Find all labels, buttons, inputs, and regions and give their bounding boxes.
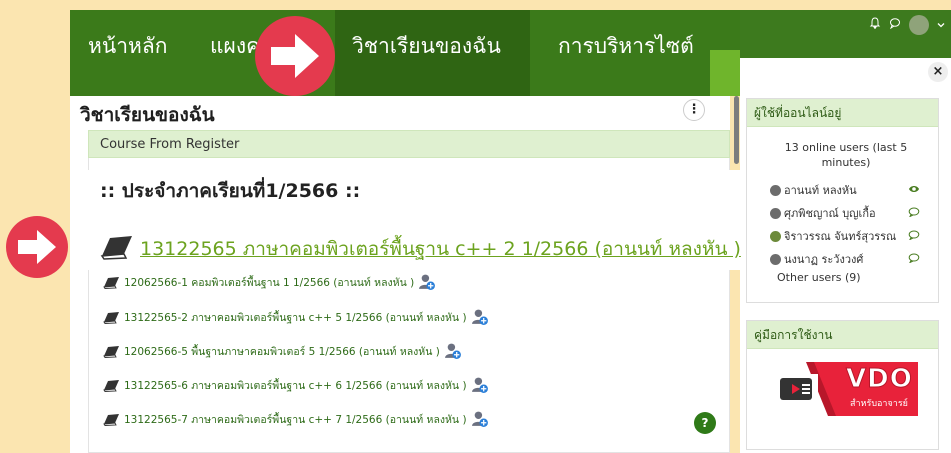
bell-icon[interactable] bbox=[869, 17, 881, 33]
online-user-name[interactable]: อานนท์ หลงหัน bbox=[784, 181, 857, 199]
nav-dashboard[interactable]: แผงค bbox=[210, 30, 260, 63]
online-user-name[interactable]: นงนาฏ ระวังวงศ์ bbox=[784, 250, 863, 268]
vdo-banner-subtitle: สำหรับอาจารย์ bbox=[850, 399, 908, 409]
screenshot-stage: หน้าหลัก แผงค วิชาเรียนของฉัน การบริหารไ… bbox=[0, 0, 951, 453]
course-item-2[interactable]: 13122565-2 ภาษาคอมพิวเตอร์พื้นฐาน c++ 5 … bbox=[103, 308, 489, 326]
nav-my-courses[interactable]: วิชาเรียนของฉัน bbox=[352, 30, 501, 63]
course-label[interactable]: 13122565-7 ภาษาคอมพิวเตอร์พื้นฐาน c++ 7 … bbox=[124, 411, 467, 428]
book-icon bbox=[103, 379, 119, 392]
message-icon[interactable] bbox=[908, 253, 920, 266]
online-summary: 13 online users (last 5 minutes) bbox=[784, 141, 908, 169]
course-item-1[interactable]: 12062566-1 คอมพิวเตอร์พื้นฐาน 1 1/2566 (… bbox=[103, 273, 436, 291]
course-item-3[interactable]: 12062566-5 พื้นฐานภาษาคอมพิวเตอร์ 5 1/25… bbox=[103, 342, 462, 360]
chevron-down-icon[interactable] bbox=[937, 18, 945, 33]
page-title: วิชาเรียนของฉัน bbox=[80, 104, 215, 126]
chat-icon[interactable] bbox=[889, 17, 901, 33]
avatar bbox=[770, 184, 781, 196]
book-icon bbox=[103, 345, 119, 358]
highlight-course-text[interactable]: 13122565 ภาษาคอมพิวเตอร์พื้นฐาน c++ 2 1/… bbox=[140, 234, 741, 264]
course-item-5[interactable]: 13122565-7 ภาษาคอมพิวเตอร์พื้นฐาน c++ 7 … bbox=[103, 410, 489, 428]
course-label[interactable]: 12062566-1 คอมพิวเตอร์พื้นฐาน 1 1/2566 (… bbox=[124, 274, 414, 291]
course-label[interactable]: 12062566-5 พื้นฐานภาษาคอมพิวเตอร์ 5 1/25… bbox=[124, 343, 440, 360]
online-user-row[interactable]: อานนท์ หลงหัน bbox=[770, 181, 919, 199]
user-menu bbox=[869, 15, 945, 35]
course-label[interactable]: 13122565-2 ภาษาคอมพิวเตอร์พื้นฐาน c++ 5 … bbox=[124, 309, 467, 326]
eye-icon[interactable] bbox=[908, 184, 920, 197]
nav-site-admin[interactable]: การบริหารไซต์ bbox=[558, 30, 694, 63]
nav-accent bbox=[710, 50, 740, 96]
message-icon[interactable] bbox=[908, 230, 920, 243]
arrow-right-icon bbox=[6, 216, 68, 278]
manual-block-title: คู่มือการใช้งาน bbox=[747, 321, 938, 349]
add-user-icon[interactable] bbox=[471, 410, 489, 428]
add-user-icon[interactable] bbox=[418, 273, 436, 291]
book-icon bbox=[103, 311, 119, 324]
avatar bbox=[770, 207, 781, 219]
avatar[interactable] bbox=[909, 15, 929, 35]
term-heading: :: ประจำภาคเรียนที่1/2566 :: bbox=[100, 180, 361, 202]
online-users-title: ผู้ใช้ที่ออนไลน์อยู่ bbox=[747, 99, 938, 127]
section-header: Course From Register bbox=[88, 130, 730, 158]
book-icon bbox=[103, 276, 119, 289]
book-icon bbox=[103, 413, 119, 426]
online-user-name[interactable]: ศุภพิชญาณ์ บุญเกื้อ bbox=[784, 204, 876, 222]
nav-home[interactable]: หน้าหลัก bbox=[88, 30, 167, 63]
vdo-banner-title: VDO bbox=[846, 364, 913, 395]
add-user-icon[interactable] bbox=[471, 308, 489, 326]
vdo-banner[interactable]: VDO สำหรับอาจารย์ bbox=[778, 358, 918, 420]
message-icon[interactable] bbox=[908, 207, 920, 220]
close-drawer-button[interactable]: × bbox=[928, 62, 948, 82]
nav-strip bbox=[740, 50, 951, 58]
add-user-icon[interactable] bbox=[444, 342, 462, 360]
online-user-row[interactable]: จิราวรรณ จันทร์สุวรรณ bbox=[770, 227, 920, 245]
avatar bbox=[770, 230, 781, 242]
online-user-name[interactable]: จิราวรรณ จันทร์สุวรรณ bbox=[784, 227, 896, 245]
course-label[interactable]: 13122565-6 ภาษาคอมพิวเตอร์พื้นฐาน c++ 6 … bbox=[124, 377, 467, 394]
online-user-row[interactable]: นงนาฏ ระวังวงศ์ bbox=[770, 250, 920, 268]
avatar bbox=[770, 253, 781, 265]
other-users-link[interactable]: Other users (9) bbox=[777, 271, 861, 284]
add-user-icon[interactable] bbox=[471, 376, 489, 394]
book-icon bbox=[100, 234, 134, 264]
highlight-course-link[interactable]: 13122565 ภาษาคอมพิวเตอร์พื้นฐาน c++ 2 1/… bbox=[100, 230, 781, 268]
course-item-4[interactable]: 13122565-6 ภาษาคอมพิวเตอร์พื้นฐาน c++ 6 … bbox=[103, 376, 489, 394]
online-user-row[interactable]: ศุภพิชญาณ์ บุญเกื้อ bbox=[770, 204, 920, 222]
help-button[interactable]: ? bbox=[694, 412, 716, 434]
more-options-button[interactable]: ⋮ bbox=[683, 99, 705, 121]
arrow-right-icon bbox=[255, 16, 335, 96]
scrollbar[interactable] bbox=[734, 96, 739, 164]
